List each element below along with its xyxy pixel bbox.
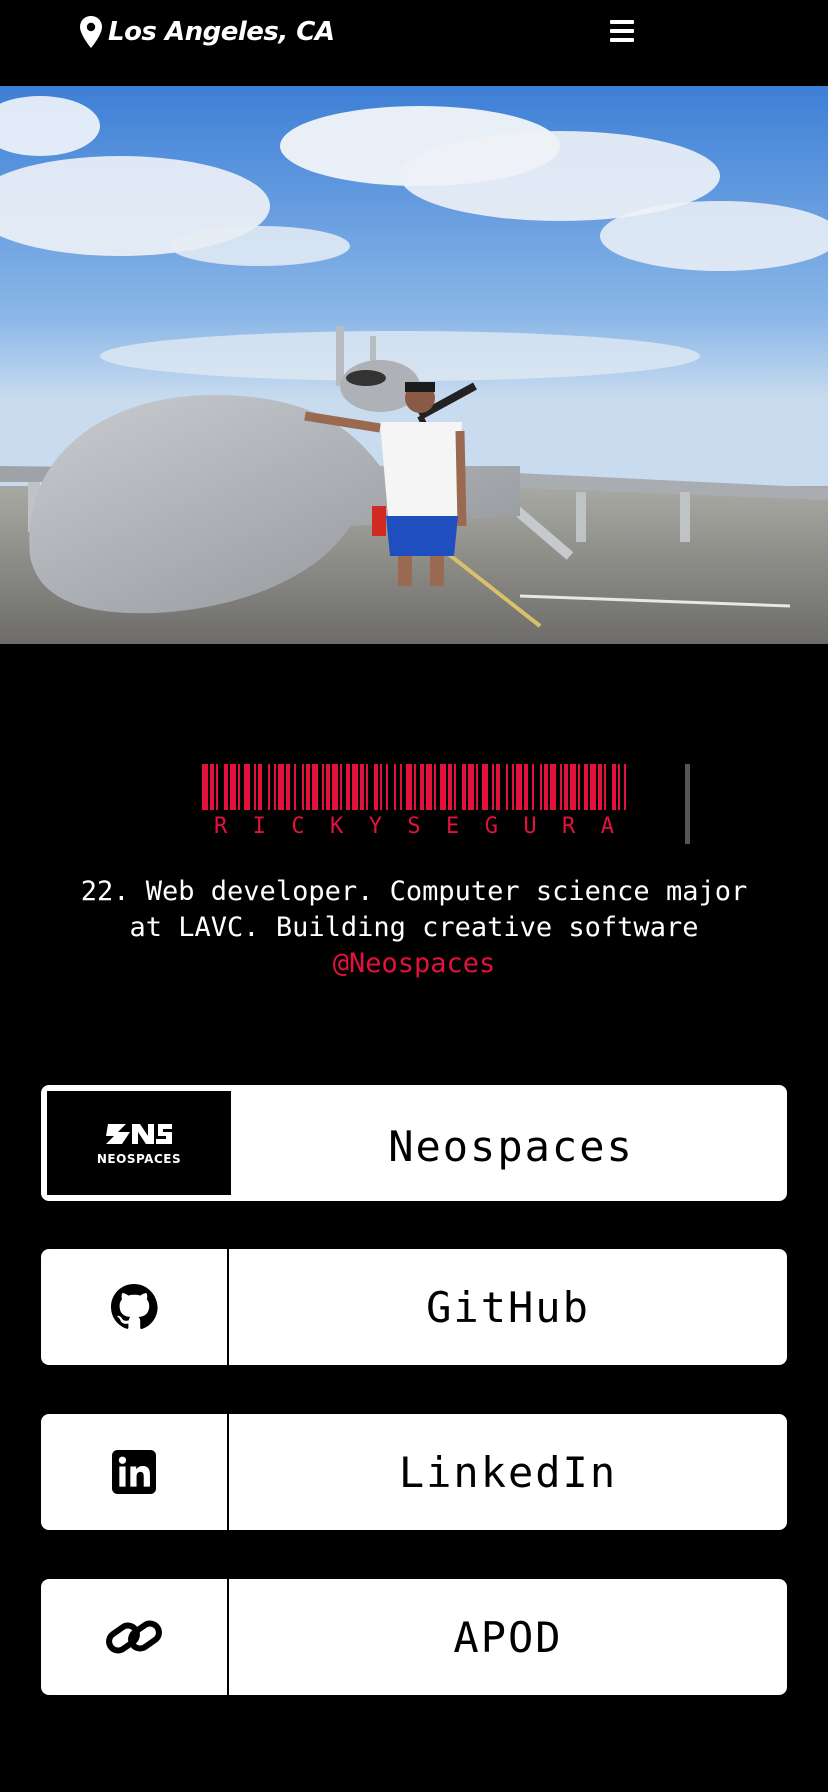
github-icon-cell (41, 1249, 229, 1365)
linkedin-icon-cell (41, 1414, 229, 1530)
apod-link-label: APOD (453, 1612, 563, 1662)
link-icon (106, 1620, 162, 1654)
neospaces-logo-text: NEOSPACES (96, 1152, 182, 1166)
name-letter: S (407, 814, 421, 839)
name-letters: R I C K Y S E G U R A (202, 814, 626, 839)
name-letter: G (484, 814, 498, 839)
linkedin-link-button[interactable]: LinkedIn (41, 1414, 787, 1530)
barcode-icon (202, 764, 626, 810)
neospaces-link-label: Neospaces (388, 1121, 634, 1171)
apod-link-button[interactable]: APOD (41, 1579, 787, 1695)
link-icon-cell (41, 1579, 229, 1695)
location-label: Los Angeles, CA (108, 17, 335, 47)
github-link-button[interactable]: GitHub (41, 1249, 787, 1365)
top-header: Los Angeles, CA (0, 0, 828, 86)
hero-photo (0, 86, 828, 644)
neospaces-logo-icon: NEOSPACES (47, 1091, 231, 1195)
linkedin-icon (112, 1450, 156, 1494)
map-pin-icon (80, 16, 102, 48)
name-letter: E (446, 814, 460, 839)
name-letter: Y (368, 814, 382, 839)
bio: 22. Web developer. Computer science majo… (60, 874, 768, 982)
location: Los Angeles, CA (78, 14, 335, 50)
name-letter: R (562, 814, 576, 839)
name-letter: U (523, 814, 537, 839)
name-letter: I (252, 814, 266, 839)
bio-text: 22. Web developer. Computer science majo… (80, 876, 748, 943)
github-icon (111, 1284, 158, 1330)
name-letter: A (600, 814, 614, 839)
linkedin-link-label: LinkedIn (398, 1447, 618, 1497)
name-letter: C (291, 814, 305, 839)
name-barcode: R I C K Y S E G U R A (202, 764, 626, 844)
github-link-label: GitHub (426, 1282, 590, 1332)
text-cursor (685, 764, 690, 844)
neospaces-link-button[interactable]: NEOSPACES Neospaces (41, 1085, 787, 1201)
neospaces-logo-mark (106, 1124, 172, 1144)
neospaces-handle-link[interactable]: @Neospaces (333, 948, 496, 979)
name-letter: R (214, 814, 228, 839)
hamburger-menu-icon[interactable] (610, 20, 634, 42)
name-letter: K (330, 814, 344, 839)
